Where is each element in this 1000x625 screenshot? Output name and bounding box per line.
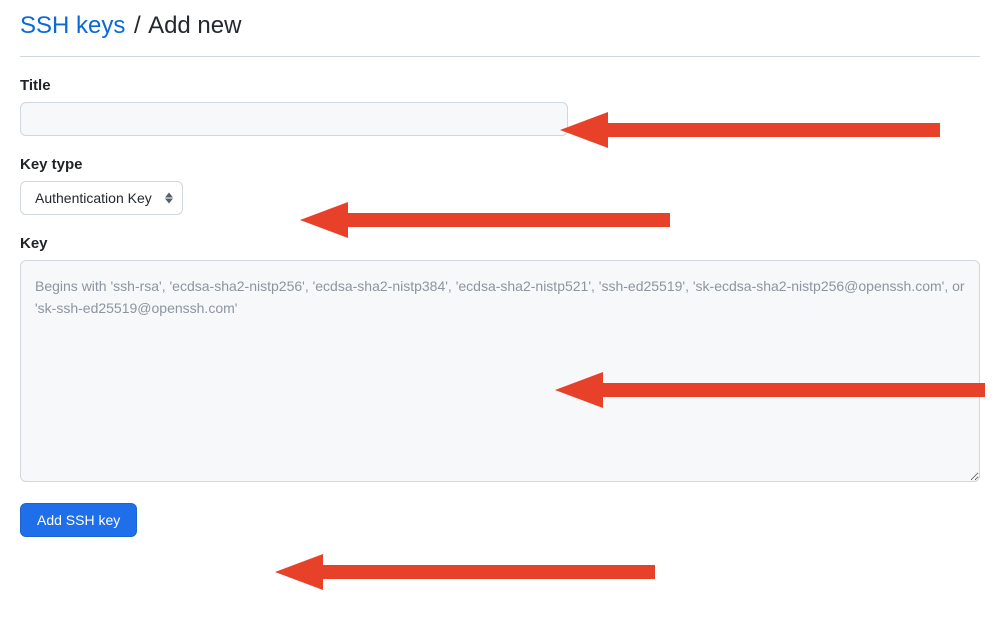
key-type-select[interactable]: Authentication Key	[20, 181, 183, 215]
title-input[interactable]	[20, 102, 568, 136]
key-field-group: Key	[20, 235, 980, 485]
key-label: Key	[20, 235, 980, 252]
title-label: Title	[20, 77, 980, 94]
key-type-label: Key type	[20, 156, 980, 173]
key-type-field-group: Key type Authentication Key	[20, 156, 980, 215]
annotation-arrow-icon	[275, 552, 655, 592]
title-field-group: Title	[20, 77, 980, 136]
breadcrumb-current: Add new	[148, 12, 241, 39]
breadcrumb: SSH keys / Add new	[20, 0, 980, 57]
breadcrumb-parent-link[interactable]: SSH keys	[20, 12, 125, 39]
breadcrumb-separator: /	[132, 12, 143, 39]
key-textarea[interactable]	[20, 260, 980, 482]
add-ssh-key-button[interactable]: Add SSH key	[20, 503, 137, 537]
